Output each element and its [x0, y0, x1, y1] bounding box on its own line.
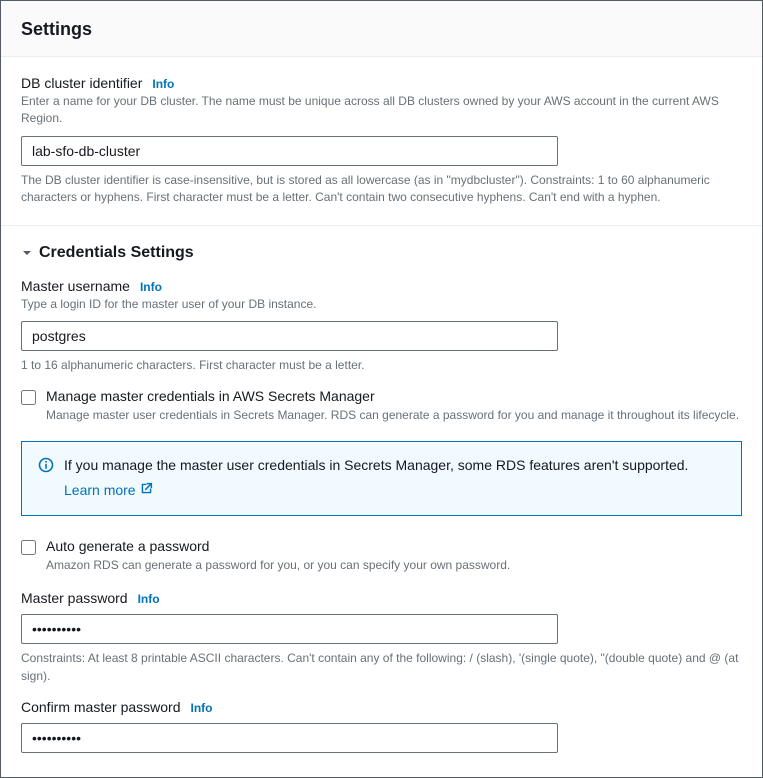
master-username-field: Master username Info Type a login ID for…: [21, 278, 742, 375]
confirm-password-label: Confirm master password: [21, 699, 181, 715]
credentials-section-toggle[interactable]: Credentials Settings: [21, 244, 742, 262]
manage-secrets-checkbox-row: Manage master credentials in AWS Secrets…: [21, 388, 742, 424]
settings-panel: Settings DB cluster identifier Info Ente…: [0, 0, 763, 778]
db-cluster-desc: Enter a name for your DB cluster. The na…: [21, 93, 742, 128]
master-username-label: Master username: [21, 278, 130, 294]
confirm-password-field: Confirm master password Info: [21, 699, 742, 753]
auto-generate-checkbox[interactable]: [21, 540, 36, 555]
master-username-desc: Type a login ID for the master user of y…: [21, 296, 742, 313]
auto-generate-checkbox-row: Auto generate a password Amazon RDS can …: [21, 538, 742, 574]
external-link-icon: [140, 481, 153, 501]
manage-secrets-label: Manage master credentials in AWS Secrets…: [46, 388, 739, 404]
panel-body: DB cluster identifier Info Enter a name …: [1, 57, 762, 777]
panel-header: Settings: [1, 1, 762, 57]
master-password-field: Master password Info Constraints: At lea…: [21, 590, 742, 685]
master-password-label: Master password: [21, 590, 128, 606]
manage-secrets-desc: Manage master user credentials in Secret…: [46, 408, 739, 422]
auto-generate-desc: Amazon RDS can generate a password for y…: [46, 558, 510, 572]
info-status-icon: [38, 457, 54, 476]
master-username-info-link[interactable]: Info: [140, 280, 162, 294]
learn-more-link[interactable]: Learn more: [64, 481, 153, 501]
master-password-info-link[interactable]: Info: [138, 592, 160, 606]
db-cluster-identifier-field: DB cluster identifier Info Enter a name …: [21, 75, 742, 207]
secrets-info-alert: If you manage the master user credential…: [21, 441, 742, 516]
master-password-input[interactable]: [21, 614, 558, 644]
page-title: Settings: [21, 19, 742, 40]
db-cluster-constraint: The DB cluster identifier is case-insens…: [21, 172, 742, 207]
learn-more-label: Learn more: [64, 481, 136, 501]
db-cluster-label: DB cluster identifier: [21, 75, 142, 91]
db-cluster-identifier-input[interactable]: [21, 136, 558, 166]
caret-down-icon: [21, 247, 33, 259]
auto-generate-label: Auto generate a password: [46, 538, 510, 554]
manage-secrets-checkbox[interactable]: [21, 390, 36, 405]
master-username-constraint: 1 to 16 alphanumeric characters. First c…: [21, 357, 742, 374]
db-cluster-info-link[interactable]: Info: [152, 77, 174, 91]
master-password-constraint: Constraints: At least 8 printable ASCII …: [21, 650, 742, 685]
confirm-password-info-link[interactable]: Info: [191, 701, 213, 715]
divider: [1, 225, 762, 226]
confirm-password-input[interactable]: [21, 723, 558, 753]
master-username-input[interactable]: [21, 321, 558, 351]
secrets-info-text: If you manage the master user credential…: [64, 456, 688, 476]
credentials-section-title: Credentials Settings: [39, 244, 194, 262]
